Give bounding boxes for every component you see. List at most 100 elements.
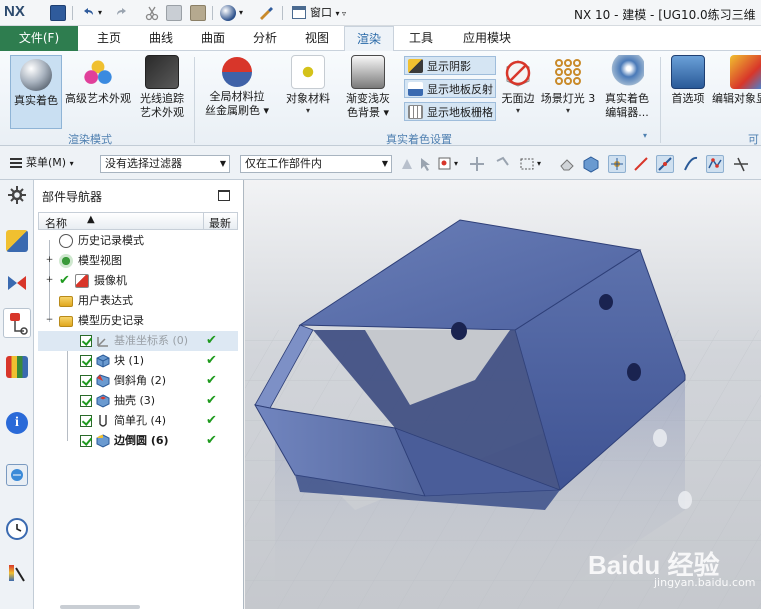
eraser-icon[interactable]	[558, 155, 576, 173]
tree-item-history-mode[interactable]: 历史记录模式	[38, 231, 238, 251]
clock-icon	[59, 234, 73, 248]
visibility-checkbox[interactable]	[80, 355, 92, 367]
render-style-icon[interactable]	[220, 5, 236, 21]
tree-item-edge-blend[interactable]: 边倒圆 (6) ✔	[38, 431, 238, 451]
horizontal-scrollbar[interactable]	[60, 605, 140, 609]
select-chain-icon[interactable]	[494, 155, 512, 173]
window-menu-label: 窗口	[310, 6, 332, 19]
preferences-icon	[671, 55, 705, 89]
select-feature-icon[interactable]	[398, 155, 416, 173]
tree-item-chamfer[interactable]: 倒斜角 (2) ✔	[38, 371, 238, 391]
visibility-checkbox[interactable]	[80, 435, 92, 447]
visibility-checkbox[interactable]	[80, 375, 92, 387]
cube-select-icon[interactable]	[582, 155, 600, 173]
copy-icon[interactable]	[166, 5, 182, 21]
save-icon[interactable]	[50, 5, 66, 21]
tab-application[interactable]: 应用模块	[450, 26, 524, 51]
sort-ascending-icon[interactable]: ▲	[87, 214, 95, 225]
preferences-button[interactable]: 首选项	[666, 55, 710, 106]
selection-scope-dropdown[interactable]: 仅在工作部件内 ▼	[240, 155, 392, 173]
history-icon[interactable]	[6, 518, 28, 540]
brush-icon[interactable]	[258, 5, 274, 21]
visibility-checkbox[interactable]	[80, 395, 92, 407]
select-arrow-icon[interactable]	[416, 155, 434, 173]
system-materials-icon[interactable]	[6, 562, 28, 584]
chamfer-icon	[96, 374, 110, 388]
gear-icon[interactable]	[6, 184, 28, 206]
undo-icon[interactable]	[80, 5, 96, 21]
show-floor-grid-toggle[interactable]: 显示地板栅格	[404, 102, 496, 121]
tree-item-model-history[interactable]: − 模型历史记录	[38, 311, 238, 331]
snap-curve-icon[interactable]	[682, 155, 700, 173]
column-name-header[interactable]: 名称	[45, 215, 67, 231]
tree-item-user-expressions[interactable]: 用户表达式	[38, 291, 238, 311]
global-material-button[interactable]: 全局材料拉 丝金属刷色 ▾	[204, 55, 270, 118]
snap-point-icon[interactable]	[468, 155, 486, 173]
constraint-navigator-icon[interactable]	[6, 272, 28, 294]
snap-midpoint-icon[interactable]	[656, 155, 674, 173]
tree-item-model-views[interactable]: + 模型视图	[38, 251, 238, 271]
web-browser-icon[interactable]	[6, 464, 28, 486]
edit-object-display-button[interactable]: 编辑对象显	[712, 55, 761, 106]
reuse-library-icon[interactable]	[6, 356, 28, 378]
tree-item-block[interactable]: 块 (1) ✔	[38, 351, 238, 371]
visibility-checkbox[interactable]	[80, 415, 92, 427]
advanced-studio-button[interactable]: 高级艺术外观	[64, 55, 132, 106]
tab-home[interactable]: 主页	[84, 26, 134, 51]
collapse-minus-icon[interactable]: −	[45, 316, 54, 325]
tree-item-label: 简单孔 (4)	[114, 414, 167, 427]
redo-icon[interactable]	[114, 5, 130, 21]
object-material-button[interactable]: 对象材料 ▾	[280, 55, 336, 116]
render-style-dropdown-icon[interactable]: ▾	[239, 5, 247, 21]
tab-tools[interactable]: 工具	[398, 26, 444, 51]
snap-line-icon[interactable]	[632, 155, 650, 173]
expand-plus-icon[interactable]: +	[45, 276, 54, 285]
tree-item-shell[interactable]: 抽壳 (3) ✔	[38, 391, 238, 411]
true-shading-editor-button[interactable]: 真实着色 编辑器...	[600, 55, 654, 120]
tab-view[interactable]: 视图	[294, 26, 340, 51]
tree-item-simple-hole[interactable]: 简单孔 (4) ✔	[38, 411, 238, 431]
paste-icon[interactable]	[190, 5, 206, 21]
gradient-background-label-2: 色背景 ▾	[346, 106, 390, 119]
column-latest-header[interactable]: 最新	[209, 215, 231, 231]
visibility-checkbox[interactable]	[80, 335, 92, 347]
tree-item-cameras[interactable]: + ✔ 摄像机	[38, 271, 238, 291]
tab-curve[interactable]: 曲线	[138, 26, 184, 51]
true-shading-button[interactable]: 真实着色	[10, 55, 62, 129]
no-face-edges-button[interactable]: 无面边 ▾	[498, 55, 538, 116]
type-filter-dropdown[interactable]: 没有选择过滤器 ▼	[100, 155, 230, 173]
window-menu[interactable]: 窗口 ▾ ▿	[290, 4, 350, 22]
assembly-navigator-icon[interactable]	[6, 230, 28, 252]
group-expand-icon[interactable]: ▾	[643, 131, 647, 140]
tab-analysis[interactable]: 分析	[242, 26, 288, 51]
show-shadows-toggle[interactable]: 显示阴影	[404, 56, 496, 75]
ribbon-tabs: 文件(F) 主页 曲线 曲面 分析 视图 渲染 工具 应用模块	[0, 26, 761, 52]
tab-file[interactable]: 文件(F)	[0, 26, 78, 51]
undo-dropdown-icon[interactable]: ▾	[98, 5, 106, 21]
part-navigator-icon[interactable]	[3, 308, 31, 338]
maximize-icon[interactable]	[218, 190, 230, 201]
rectangle-select-icon[interactable]	[518, 155, 536, 173]
scene-lights-button[interactable]: 场景灯光 3 ▾	[540, 55, 596, 116]
info-icon[interactable]: i	[6, 412, 28, 434]
snap-control-point-icon[interactable]	[706, 155, 724, 173]
rectangle-select-dropdown-icon[interactable]: ▾	[537, 155, 545, 173]
latest-check-icon: ✔	[206, 333, 217, 348]
menu-button[interactable]: 菜单(M) ▾	[8, 154, 74, 172]
column-divider	[203, 213, 204, 229]
snap-intersection-icon[interactable]	[732, 155, 750, 173]
snap-endpoint-icon[interactable]	[608, 155, 626, 173]
hole-reflection	[678, 491, 692, 509]
ray-traced-studio-button[interactable]: 光线追踪 艺术外观	[134, 55, 190, 120]
gradient-background-icon	[351, 55, 385, 89]
expand-plus-icon[interactable]: +	[45, 256, 54, 265]
show-floor-reflection-toggle[interactable]: 显示地板反射	[404, 79, 496, 98]
general-selection-dropdown-icon[interactable]: ▾	[454, 155, 462, 173]
general-selection-icon[interactable]	[436, 155, 454, 173]
gradient-background-button[interactable]: 渐变浅灰 色背景 ▾	[340, 55, 396, 120]
cut-icon[interactable]	[144, 5, 160, 21]
true-shading-label: 真实着色	[14, 94, 58, 107]
tab-surface[interactable]: 曲面	[190, 26, 236, 51]
tab-render[interactable]: 渲染	[344, 26, 394, 52]
tree-item-datum-csys[interactable]: 基准坐标系 (0) ✔	[38, 331, 238, 351]
